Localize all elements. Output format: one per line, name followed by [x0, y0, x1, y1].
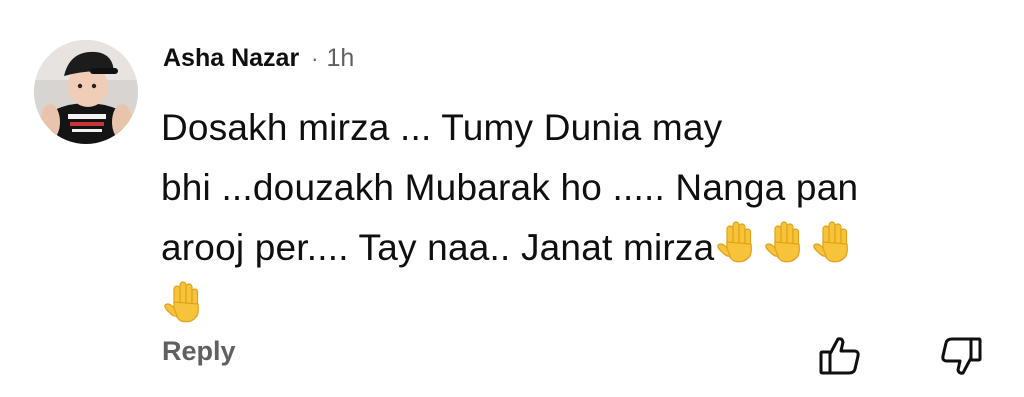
raised-hand-emoji-icon [714, 218, 762, 266]
header-separator: · [311, 46, 319, 71]
like-button[interactable] [816, 332, 864, 380]
comment-text-line: bhi ...douzakh Mubarak ho ..... Nanga pa… [161, 158, 961, 218]
avatar-image [34, 40, 138, 144]
raised-hand-emoji-icon [161, 278, 209, 326]
comment-text-line: arooj per.... Tay naa.. Janat mirza [161, 218, 961, 278]
comment-text-line: Dosakh mirza ... Tumy Dunia may [161, 98, 961, 158]
comment-text-line-2: bhi ...douzakh Mubarak ho ..... Nanga pa… [161, 167, 859, 208]
comment-text-line-1: Dosakh mirza ... Tumy Dunia may [161, 107, 723, 148]
comment-text-line-3: arooj per.... Tay naa.. Janat mirza [161, 227, 715, 268]
comment-text-line [161, 278, 961, 338]
reply-button[interactable]: Reply [162, 336, 236, 367]
author-name[interactable]: Asha Nazar [163, 44, 299, 73]
thumbs-down-icon [941, 337, 982, 375]
dislike-button[interactable] [937, 332, 985, 380]
raised-hand-emoji-icon [810, 218, 858, 266]
comment-card: Asha Nazar · 1h Dosakh mirza ... Tumy Du… [0, 0, 1024, 397]
comment-text: Dosakh mirza ... Tumy Dunia may bhi ...d… [161, 98, 961, 338]
thumbs-up-icon [819, 337, 860, 375]
raised-hand-emoji-icon [762, 218, 810, 266]
comment-header: Asha Nazar · 1h [163, 44, 354, 78]
comment-timestamp[interactable]: 1h [327, 44, 355, 73]
avatar[interactable] [34, 40, 138, 144]
